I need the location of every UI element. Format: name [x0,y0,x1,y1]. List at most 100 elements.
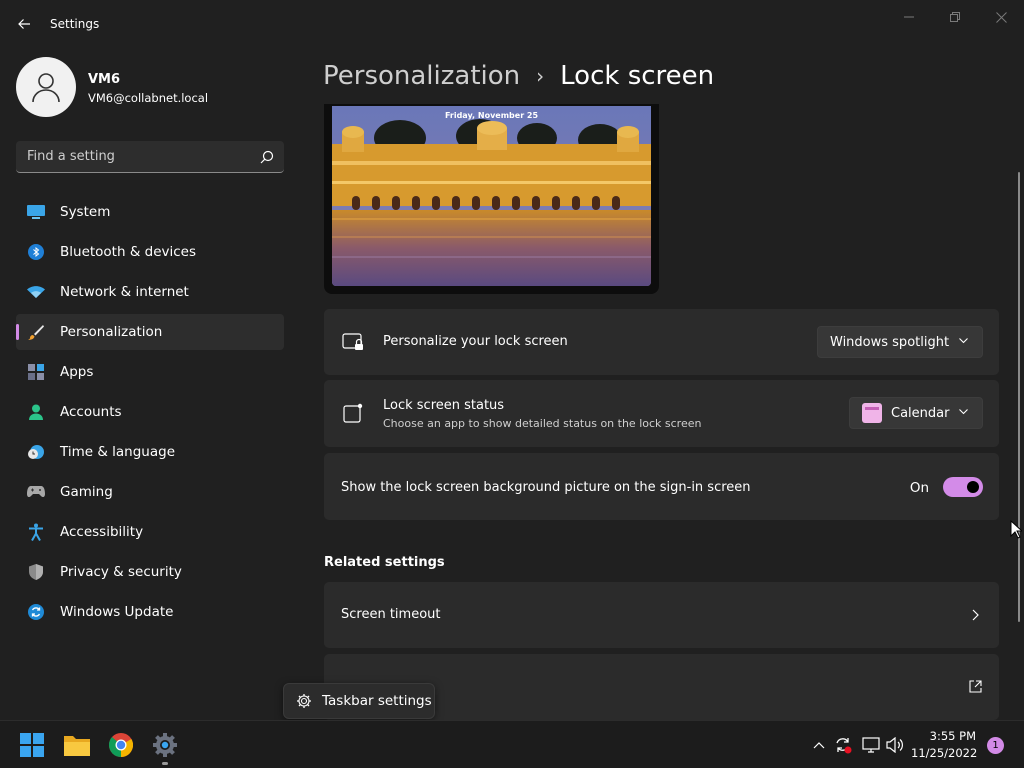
gear-icon [297,694,311,708]
palace-wallpaper-image [332,106,651,286]
sidebar-item-gaming[interactable]: Gaming [16,474,284,510]
sidebar-item-label: Windows Update [60,604,174,620]
minimize-icon [904,16,914,18]
sidebar-item-accessibility[interactable]: Accessibility [16,514,284,550]
signin-background-card: Show the lock screen background picture … [324,453,999,520]
sidebar-item-time-language[interactable]: Time & language [16,434,284,470]
sidebar-item-system[interactable]: System [16,194,284,230]
chevron-down-icon [959,338,968,344]
search-icon[interactable] [260,149,274,168]
related-settings-heading: Related settings [324,555,445,570]
search-input[interactable] [16,141,246,172]
network-monitor-icon [862,737,880,753]
sidebar-nav: System Bluetooth & devices Network & int… [16,194,284,634]
lock-screen-status-dropdown[interactable]: Calendar [849,397,983,429]
sidebar-item-windows-update[interactable]: Windows Update [16,594,284,630]
lock-screen-icon [342,331,364,353]
back-button[interactable] [12,12,36,36]
close-button[interactable] [989,6,1013,28]
breadcrumb-parent[interactable]: Personalization [323,61,520,91]
signin-background-toggle[interactable] [943,477,983,497]
taskbar-settings-label: Taskbar settings [322,693,432,709]
user-name: VM6 [88,72,121,87]
sidebar-item-label: Accounts [60,404,122,420]
sidebar-item-label: Personalization [60,324,163,340]
lock-screen-status-title: Lock screen status [383,398,505,413]
settings-gear-icon [153,733,177,757]
accounts-icon [27,404,45,420]
lock-screen-status-card: Lock screen status Choose an app to show… [324,380,999,447]
personalize-lock-screen-dropdown[interactable]: Windows spotlight [817,326,983,358]
avatar [16,57,76,117]
back-arrow-icon [18,19,30,29]
chevron-right-icon [972,609,979,621]
minimize-button[interactable] [897,6,921,28]
show-hidden-icons-button[interactable] [809,736,829,754]
sidebar-item-label: Gaming [60,484,113,500]
apps-icon [27,364,45,380]
signin-background-title: Show the lock screen background picture … [341,480,751,495]
clock-time[interactable]: 3:55 PM [918,729,976,743]
sidebar-item-personalization[interactable]: Personalization [16,314,284,350]
sidebar-item-label: Apps [60,364,94,380]
dropdown-value: Calendar [891,405,950,421]
chevron-up-icon [813,742,825,749]
sync-error-icon [836,738,852,754]
scrollbar[interactable] [1018,172,1020,622]
preview-image: Friday, November 25 [332,106,651,286]
mouse-cursor-icon [1010,520,1022,539]
personalize-lock-screen-title: Personalize your lock screen [383,334,568,349]
chrome-button[interactable] [107,731,135,759]
sidebar-item-bluetooth[interactable]: Bluetooth & devices [16,234,284,270]
personalize-lock-screen-card: Personalize your lock screen Windows spo… [324,309,999,375]
screen-timeout-label: Screen timeout [341,607,441,622]
chrome-icon [109,733,133,757]
close-icon [995,11,1007,23]
brush-icon [27,324,45,340]
open-external-icon [969,680,982,693]
breadcrumb-separator: › [536,64,545,88]
toggle-state-label: On [909,480,929,496]
title-bar: Settings [0,0,1024,48]
notification-badge[interactable]: 1 [987,737,1004,754]
chevron-down-icon [959,409,968,415]
restore-button[interactable] [943,6,967,28]
gamepad-icon [27,484,45,500]
search-box [16,141,284,173]
lock-screen-status-description: Choose an app to show detailed status on… [383,417,702,430]
accessibility-icon [27,523,45,541]
active-app-indicator [162,762,168,765]
sidebar-item-accounts[interactable]: Accounts [16,394,284,430]
wifi-icon [27,284,45,300]
sidebar-item-label: Privacy & security [60,564,182,580]
sidebar-item-label: Time & language [60,444,176,460]
clock-globe-icon [27,444,45,460]
status-app-icon [342,402,364,424]
sidebar-item-apps[interactable]: Apps [16,354,284,390]
sidebar-item-network[interactable]: Network & internet [16,274,284,310]
settings-app-button[interactable] [151,731,179,759]
volume-icon [886,737,903,753]
shield-icon [27,564,45,580]
screen-timeout-link[interactable]: Screen timeout [324,582,999,648]
taskbar: 3:55 PM 11/25/2022 1 [0,720,1024,768]
volume-tray-button[interactable] [885,736,905,754]
clock-date[interactable]: 11/25/2022 [911,746,977,760]
sidebar-item-privacy[interactable]: Privacy & security [16,554,284,590]
update-icon [27,604,45,620]
sidebar-item-label: Accessibility [60,524,144,540]
bluetooth-icon [27,244,45,260]
sidebar-item-label: System [60,204,111,220]
restore-icon [950,12,960,22]
start-button[interactable] [18,731,46,759]
sync-tray-button[interactable] [833,736,853,754]
app-title: Settings [50,17,100,31]
user-profile[interactable]: VM6 VM6@collabnet.local [16,57,286,117]
network-tray-button[interactable] [861,736,881,754]
lock-screen-preview: Friday, November 25 [324,104,659,294]
taskbar-settings-popup[interactable]: Taskbar settings [283,683,435,719]
calendar-icon [862,403,882,423]
person-icon [32,73,60,103]
file-explorer-button[interactable] [63,731,91,759]
sidebar-item-label: Network & internet [60,284,189,300]
